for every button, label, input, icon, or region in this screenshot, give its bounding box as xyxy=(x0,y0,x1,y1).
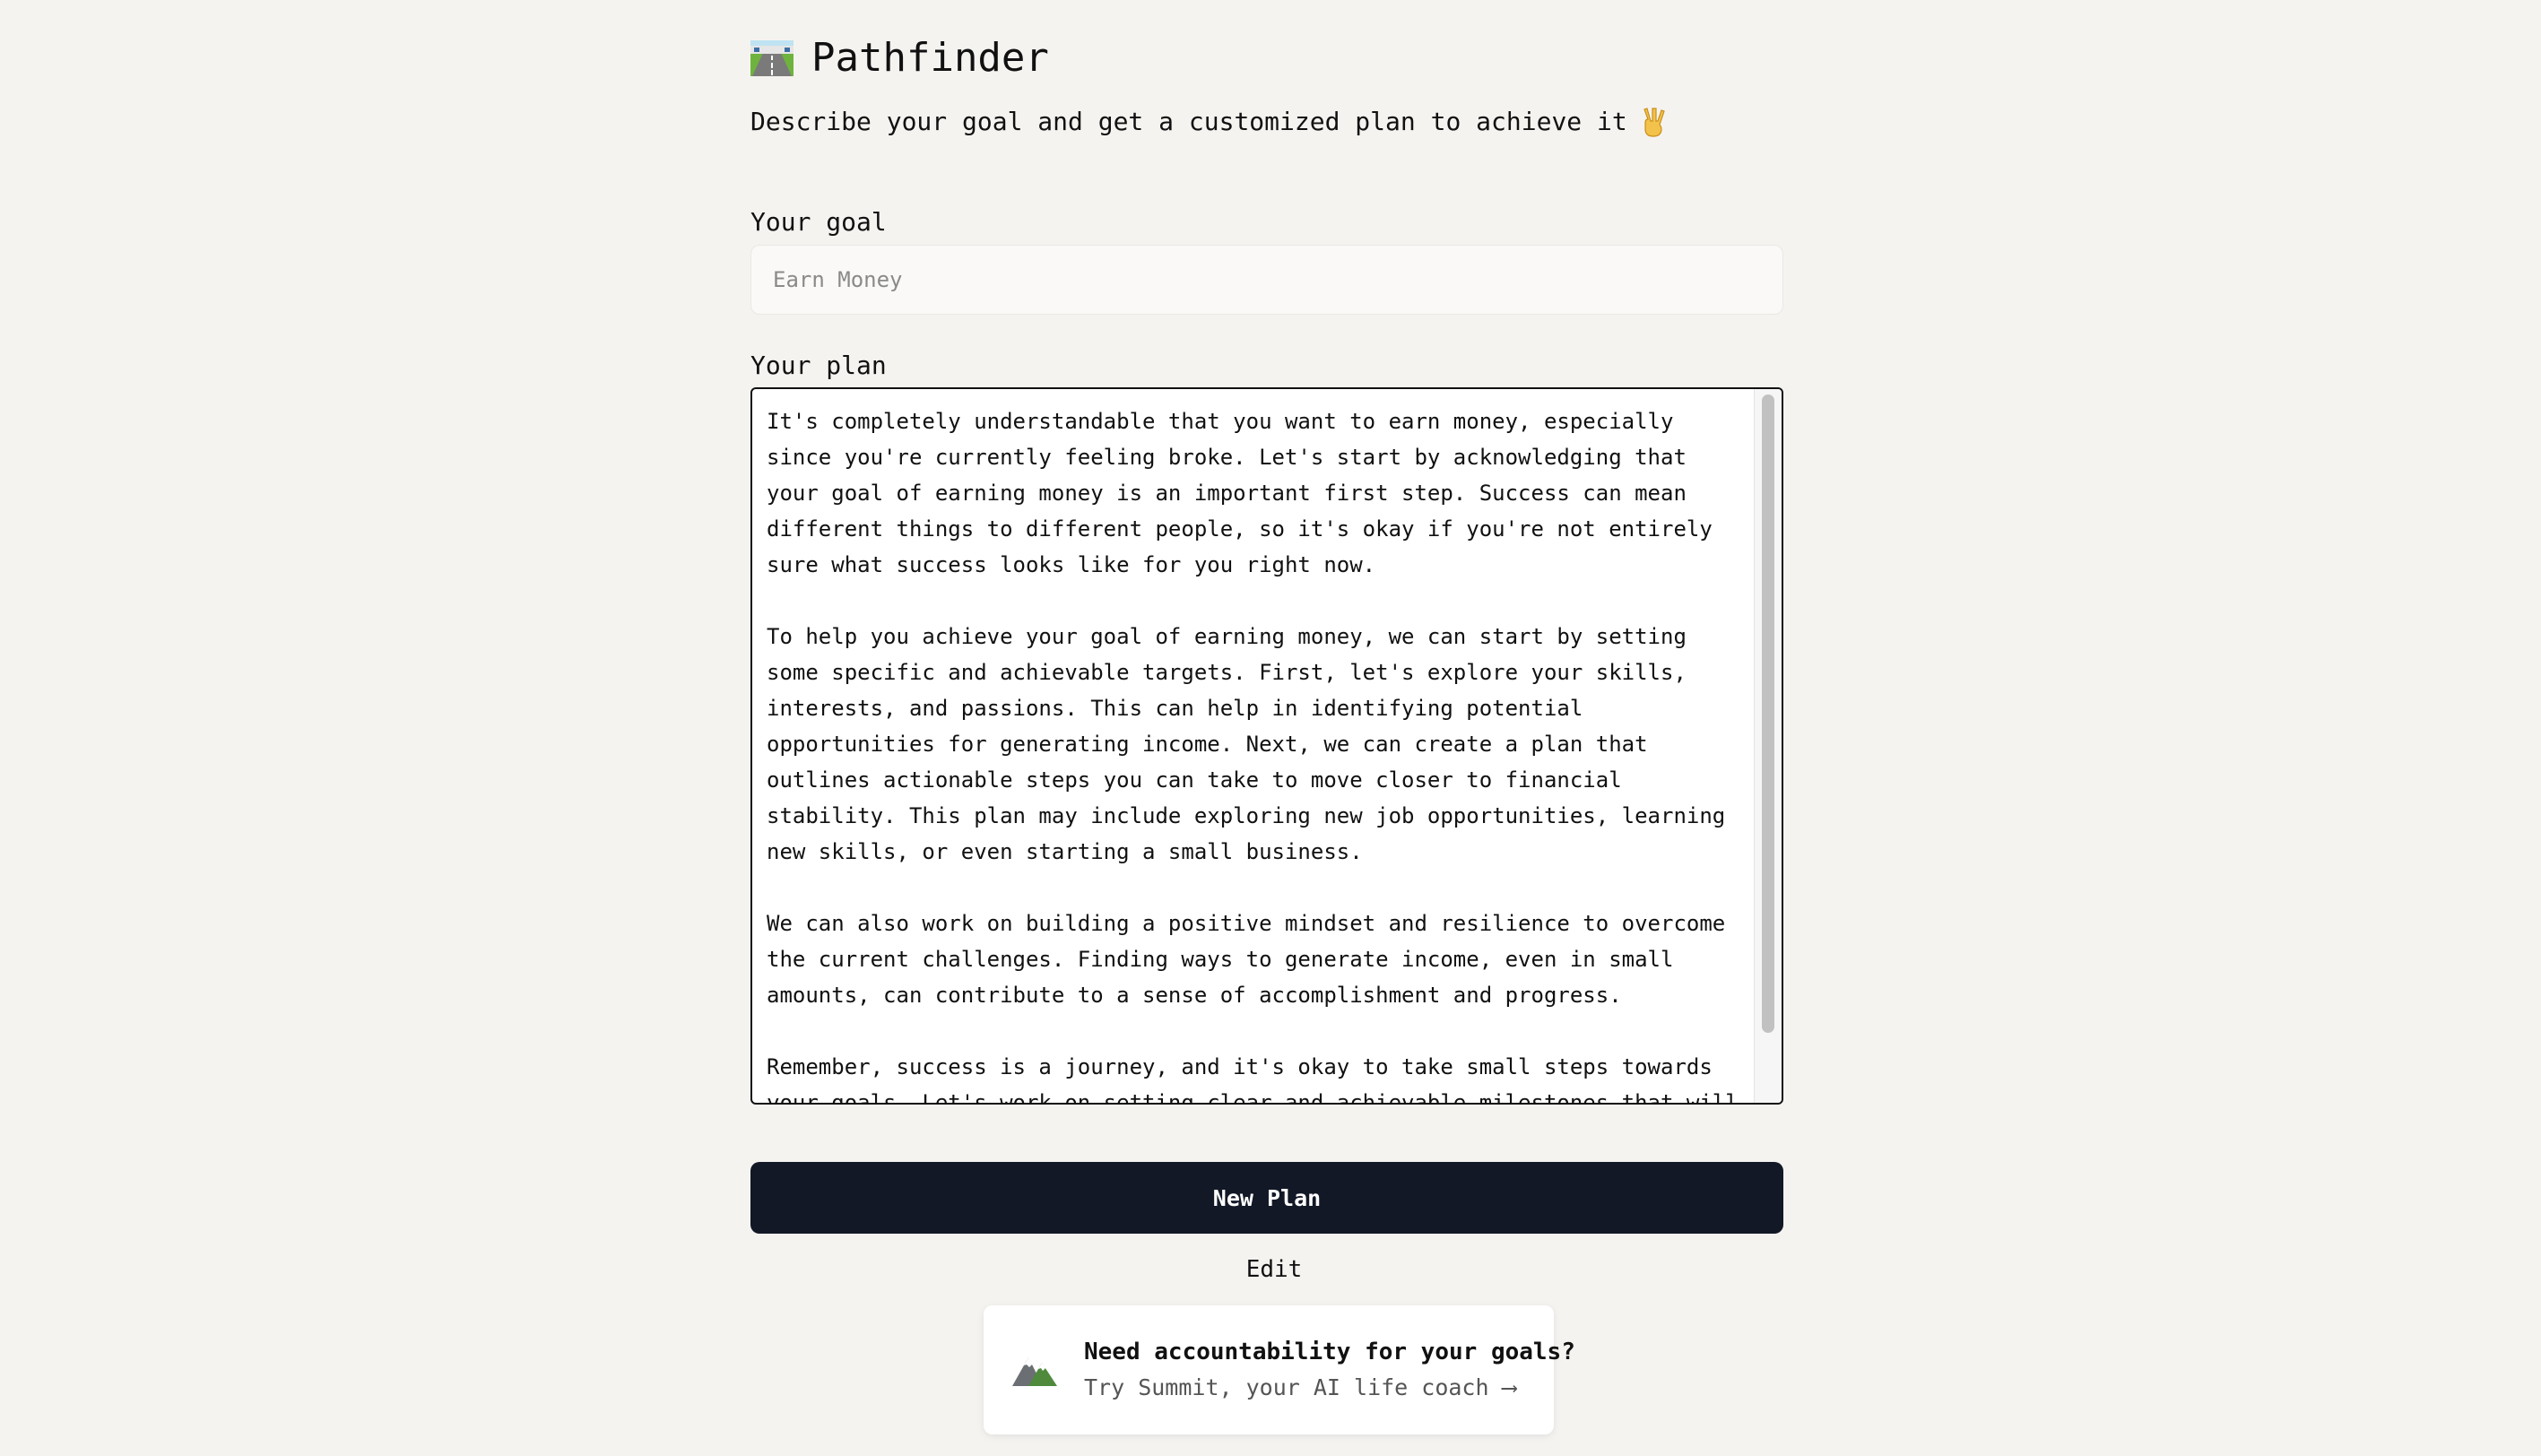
road-icon xyxy=(750,40,794,76)
plan-textarea[interactable]: It's completely understandable that you … xyxy=(750,387,1783,1105)
subtitle: Describe your goal and get a customized … xyxy=(750,107,1627,136)
subtitle-row: Describe your goal and get a customized … xyxy=(750,100,1667,143)
summit-promo-card[interactable]: Need accountability for your goals? Try … xyxy=(984,1305,1575,1434)
header: Pathfinder xyxy=(750,30,1049,86)
plan-scrollbar-thumb[interactable] xyxy=(1762,394,1774,1033)
promo-subtitle: Try Summit, your AI life coach ⟶ xyxy=(1084,1374,1516,1400)
plan-text: It's completely understandable that you … xyxy=(767,403,1744,1105)
plan-label: Your plan xyxy=(750,351,887,380)
app-title: Pathfinder xyxy=(811,35,1049,81)
plan-paragraph: It's completely understandable that you … xyxy=(767,409,1713,577)
plan-paragraph: Remember, success is a journey, and it's… xyxy=(767,1054,1739,1105)
promo-text: Need accountability for your goals? Try … xyxy=(1084,1334,1575,1406)
victory-hand-icon xyxy=(1640,107,1667,137)
edit-button[interactable]: Edit xyxy=(750,1252,1783,1287)
goal-label: Your goal xyxy=(750,207,887,237)
plan-paragraph: To help you achieve your goal of earning… xyxy=(767,624,1726,864)
promo-title: Need accountability for your goals? xyxy=(1084,1339,1575,1365)
goal-input[interactable] xyxy=(750,245,1783,315)
plan-paragraph: We can also work on building a positive … xyxy=(767,911,1726,1008)
plan-scrollbar[interactable] xyxy=(1754,389,1782,1103)
new-plan-button[interactable]: New Plan xyxy=(750,1162,1783,1234)
mountain-icon xyxy=(1012,1352,1057,1388)
